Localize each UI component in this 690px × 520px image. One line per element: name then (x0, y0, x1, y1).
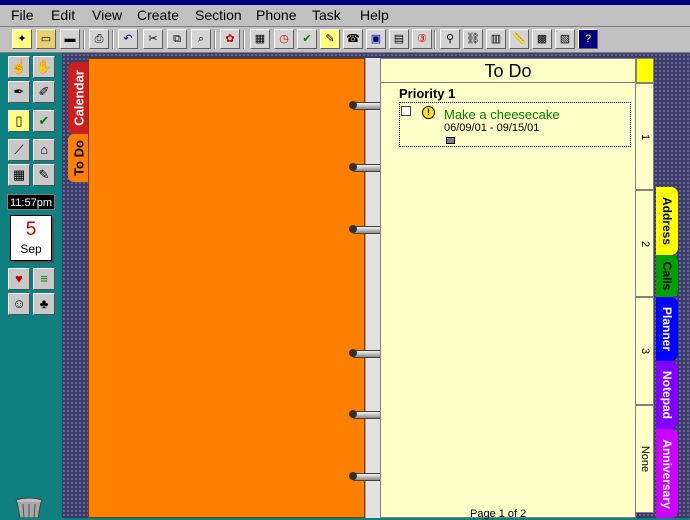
priority-section-label: 2 (638, 240, 651, 247)
priority-alert-icon: ! (422, 106, 435, 119)
todo-check-icon[interactable]: ✔ (297, 29, 317, 49)
tab-notepad[interactable]: Notepad (656, 361, 678, 429)
building-icon[interactable]: ▩ (532, 29, 552, 49)
task-title[interactable]: Make a cheesecake (444, 107, 560, 122)
priority-section-3[interactable]: 3 (636, 297, 654, 405)
toolbar-separator (112, 30, 114, 49)
task-dates: 06/09/01 - 09/15/01 (444, 122, 540, 134)
tab-planner-label: Planner (660, 306, 674, 352)
menu-task[interactable]: Task (312, 7, 341, 23)
eraser-icon[interactable]: ✐ (33, 81, 55, 103)
menu-help[interactable]: Help (360, 7, 389, 23)
suits-icon[interactable]: ♣ (33, 293, 55, 315)
list-icon[interactable]: ≡ (33, 268, 55, 290)
anniversary-icon[interactable]: ③ (412, 29, 432, 49)
tab-calendar-label: Calendar (71, 70, 86, 126)
calendar-view-icon[interactable]: ▦ (250, 29, 270, 49)
tab-todo[interactable]: To Do (68, 134, 89, 182)
cut-icon[interactable]: ✂ (143, 29, 163, 49)
menu-edit[interactable]: Edit (51, 7, 75, 23)
shape-tool-icon[interactable]: ⌂ (33, 139, 55, 161)
sticky-note-icon[interactable]: ▯ (8, 110, 30, 132)
tab-address-label: Address (660, 196, 674, 246)
cards-icon[interactable]: ♥ (8, 268, 30, 290)
tab-notepad-label: Notepad (660, 371, 674, 419)
clock-icon[interactable]: ◷ (274, 29, 294, 49)
trash-icon[interactable] (14, 497, 44, 518)
priority-section-2[interactable]: 2 (636, 190, 654, 297)
priority-section-1[interactable]: 1 (636, 83, 654, 190)
check-icon[interactable]: ✔ (33, 110, 55, 132)
help-icon[interactable]: ? (578, 29, 598, 49)
toolbar-separator (243, 30, 245, 49)
menu-file[interactable]: File (11, 7, 34, 23)
find-icon[interactable]: ⌕ (191, 29, 211, 49)
card-icon[interactable]: ▬ (60, 29, 80, 49)
menubar: File Edit View Create Section Phone Task… (0, 5, 690, 27)
toolbar-separator (214, 30, 216, 49)
priority-section-label: 1 (638, 133, 651, 140)
header-marker (636, 58, 654, 83)
tab-calls-label: Calls (660, 261, 674, 291)
print-icon[interactable]: ⎙ (89, 29, 109, 49)
page-indicator: Page 1 of 2 (470, 508, 527, 520)
date-widget[interactable]: 5 Sep (10, 215, 52, 261)
tool-palette: ☝ ✋ ✒ ✐ ▯ ✔ ⟋ ⌂ ▦ ✎ ♥ ≡ ☺ ♣ (0, 53, 62, 518)
priority-section-label: 3 (638, 347, 651, 355)
undo-icon[interactable]: ↶ (118, 29, 138, 49)
calculator-icon[interactable]: ▦ (8, 164, 30, 186)
clock-display: 11:57pm (7, 194, 55, 210)
faces-icon[interactable]: ☺ (8, 293, 30, 315)
menu-phone[interactable]: Phone (256, 7, 296, 23)
menu-create[interactable]: Create (137, 7, 179, 23)
note-icon[interactable]: ✎ (320, 29, 340, 49)
toolbar-separator (434, 30, 436, 49)
dial-icon[interactable]: ✿ (220, 29, 240, 49)
copy-icon[interactable]: ⧉ (167, 29, 187, 49)
notebook-icon[interactable]: ✎ (33, 164, 55, 186)
toolbar: ✦ ▭ ▬ ⎙ ↶ ✂ ⧉ ⌕ ✿ ▦ ◷ ✔ ✎ ☎ ▣ ▤ ③ ⚲ ⛓ ▥ … (0, 27, 690, 53)
tab-calendar[interactable]: Calendar (68, 62, 89, 134)
toolbar-separator (83, 30, 85, 49)
priority-heading: Priority 1 (399, 86, 456, 101)
link-icon[interactable]: ⛓ (463, 29, 483, 49)
tab-address[interactable]: Address (656, 187, 678, 255)
left-page[interactable] (88, 58, 365, 518)
priority-section-label: None (638, 445, 651, 473)
phone-icon[interactable]: ☎ (343, 29, 363, 49)
page-title: To Do (380, 58, 636, 83)
archive-icon[interactable]: ▧ (555, 29, 575, 49)
pen-icon[interactable]: ✒ (8, 81, 30, 103)
open-folder-icon[interactable]: ▭ (36, 29, 56, 49)
ruler-icon[interactable]: 📏 (509, 29, 529, 49)
layout-icon[interactable]: ▥ (486, 29, 506, 49)
note-attachment-icon[interactable] (446, 137, 455, 144)
menu-section[interactable]: Section (195, 7, 242, 23)
menu-view[interactable]: View (92, 7, 122, 23)
tab-calls[interactable]: Calls (656, 255, 678, 297)
tab-planner[interactable]: Planner (656, 297, 678, 361)
tab-anniversary[interactable]: Anniversary (656, 429, 678, 518)
date-day: 5 (25, 219, 37, 240)
notepad-icon[interactable]: ▤ (389, 29, 409, 49)
tab-anniversary-label: Anniversary (660, 438, 674, 509)
binder-gutter (365, 58, 381, 518)
priority-section-none[interactable]: None (636, 405, 654, 513)
task-checkbox[interactable] (401, 106, 411, 116)
tools-icon[interactable]: ⚲ (440, 29, 460, 49)
new-icon[interactable]: ✦ (12, 29, 32, 49)
planner-icon[interactable]: ▣ (366, 29, 386, 49)
hand-pointer-icon[interactable]: ☝ (8, 56, 30, 78)
tab-todo-label: To Do (71, 140, 86, 176)
hand-grab-icon[interactable]: ✋ (33, 56, 55, 78)
line-tool-icon[interactable]: ⟋ (8, 139, 30, 161)
date-month: Sep (20, 242, 42, 256)
